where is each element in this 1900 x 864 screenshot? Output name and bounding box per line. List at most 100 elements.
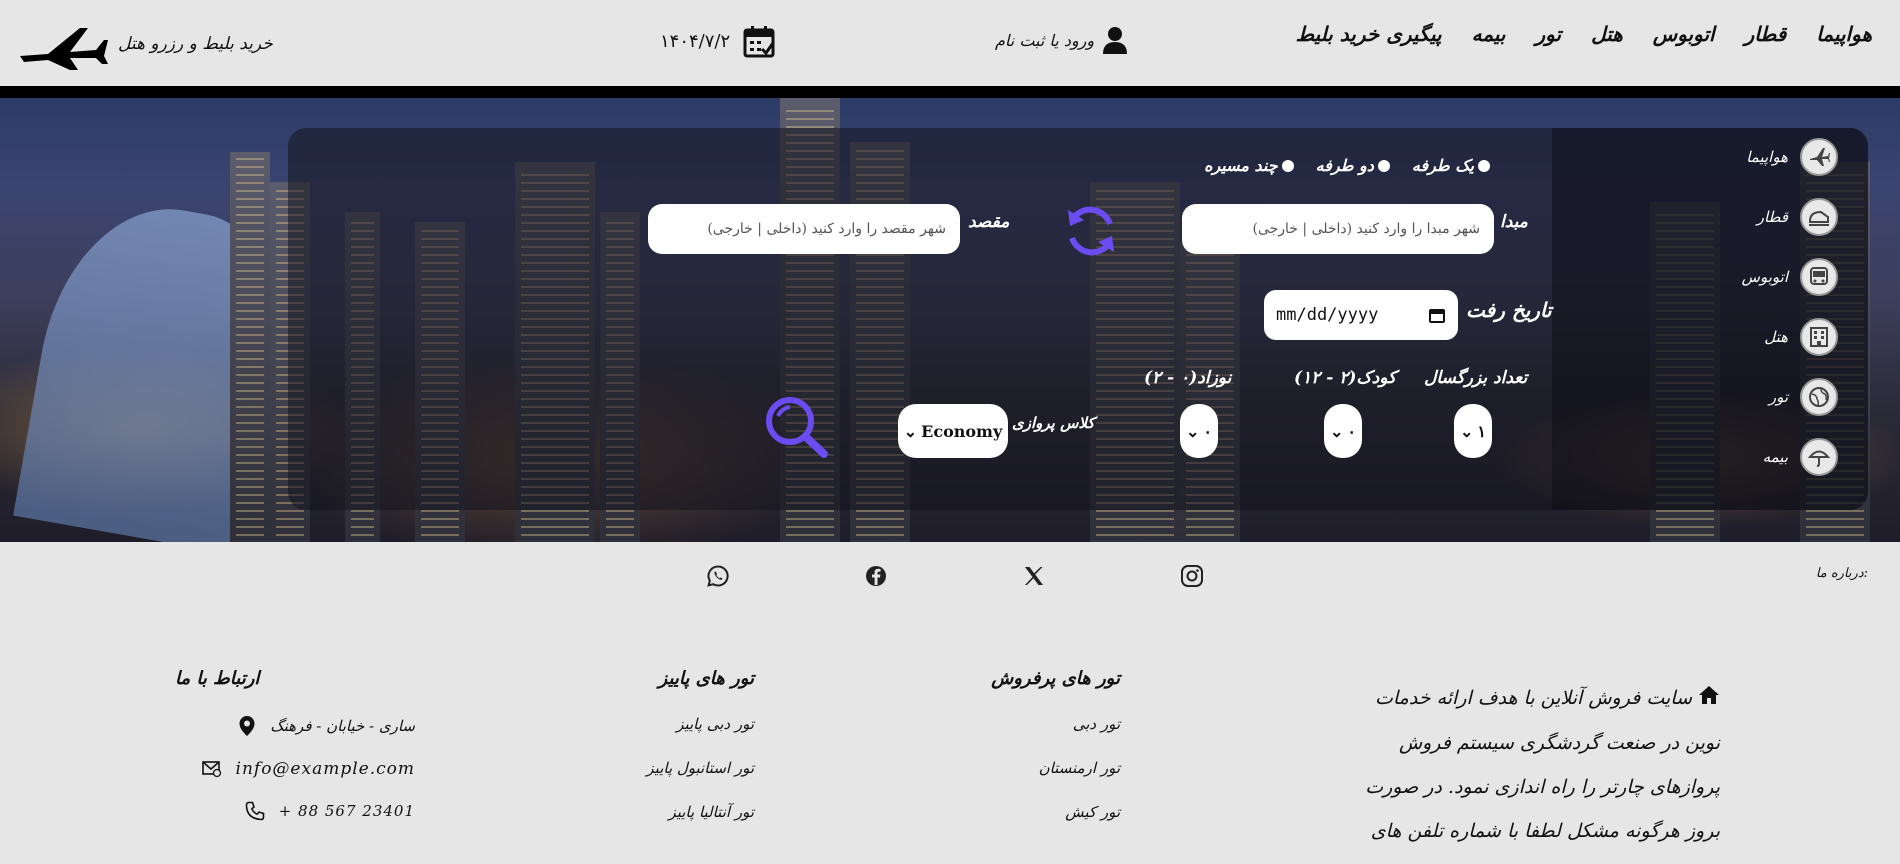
- nav-bus[interactable]: اتوبوس: [1653, 22, 1715, 46]
- chevron-down-icon: ⌄: [903, 421, 918, 441]
- trip-one-way[interactable]: یک طرفه: [1412, 156, 1490, 175]
- header: خرید بلیط و رزرو هتل ۱۴۰۴/۷/۲ ورود یا ثب…: [0, 0, 1900, 86]
- adults-label: تعداد بزرگسال: [1424, 368, 1528, 388]
- nav-track-ticket[interactable]: پیگیری خرید بلیط: [1296, 22, 1442, 46]
- login-link[interactable]: ورود یا ثبت نام: [995, 26, 1128, 54]
- autumn-tours-title: تور های پاییز: [658, 668, 754, 689]
- autumn-tour-link[interactable]: تور آنتالیا پاییز: [554, 803, 754, 821]
- service-label: قطار: [1756, 208, 1788, 226]
- hotel-icon: [1800, 318, 1838, 356]
- contact-address-row: ساری - خیابان - فرهنگ: [175, 715, 415, 737]
- service-tour[interactable]: تور: [1769, 378, 1838, 416]
- service-label: بیمه: [1762, 448, 1788, 466]
- select-value: Economy: [921, 421, 1003, 441]
- service-sidebar: هواپیما قطار اتوبوس هتل تور بیمه: [1552, 128, 1868, 510]
- trip-multi[interactable]: چند مسیره: [1204, 156, 1294, 175]
- select-value: ۰: [1347, 421, 1356, 441]
- calendar-picker-icon: [1429, 309, 1445, 323]
- autumn-tour-link[interactable]: تور استانبول پاییز: [554, 759, 754, 777]
- main-nav: هواپیما قطار اتوبوس هتل تور بیمه پیگیری …: [1296, 22, 1872, 46]
- train-icon: [1800, 198, 1838, 236]
- trip-label: یک طرفه: [1411, 156, 1474, 175]
- service-bus[interactable]: اتوبوس: [1742, 258, 1838, 296]
- map-pin-icon: [239, 716, 255, 736]
- trip-round[interactable]: دو طرفه: [1316, 156, 1390, 175]
- select-value: ۱: [1477, 421, 1486, 441]
- contact-address: ساری - خیابان - فرهنگ: [270, 717, 415, 735]
- class-label: کلاس پروازی: [1012, 414, 1095, 432]
- trip-label: دو طرفه: [1315, 156, 1374, 175]
- select-value: ۰: [1203, 421, 1212, 441]
- service-insurance[interactable]: بیمه: [1763, 438, 1838, 476]
- bus-icon: [1800, 258, 1838, 296]
- service-hotel[interactable]: هتل: [1764, 318, 1838, 356]
- background-building: [230, 152, 270, 542]
- airplane-logo-icon: [20, 28, 108, 70]
- class-select[interactable]: ⌄ Economy: [898, 404, 1008, 458]
- origin-input[interactable]: [1182, 204, 1494, 254]
- globe-icon: [1800, 378, 1838, 416]
- popular-tour-link[interactable]: تور دبی: [920, 715, 1120, 733]
- contact-phone-row: + 88 567 23401: [175, 801, 415, 821]
- about-description-text: سایت فروش آنلاین با هدف ارائه خدمات نوین…: [1365, 687, 1720, 842]
- radio-dot: [1281, 159, 1294, 172]
- brand-text: خرید بلیط و رزرو هتل: [118, 34, 273, 54]
- email-icon: [201, 761, 221, 778]
- airplane-icon: [1800, 138, 1838, 176]
- contact-title: ارتباط با ما: [175, 668, 260, 689]
- nav-train[interactable]: قطار: [1745, 22, 1787, 46]
- nav-hotel[interactable]: هتل: [1591, 22, 1623, 46]
- autumn-tour-link[interactable]: تور دبی پاییز: [554, 715, 754, 733]
- popular-tours-title: تور های پرفروش: [991, 668, 1120, 689]
- x-icon[interactable]: [1022, 564, 1046, 588]
- autumn-tours-column: تور های پاییز تور دبی پاییز تور استانبول…: [554, 668, 754, 847]
- home-icon: [1698, 677, 1720, 721]
- current-date: ۱۴۰۴/۷/۲: [660, 30, 731, 52]
- chevron-down-icon: ⌄: [1330, 421, 1344, 441]
- service-airplane[interactable]: هواپیما: [1746, 138, 1838, 176]
- children-select[interactable]: ⌄ ۰: [1324, 404, 1362, 458]
- contact-email[interactable]: info@example.com: [236, 759, 415, 779]
- origin-label: مبدا: [1500, 212, 1528, 232]
- hero-search-section: هواپیما قطار اتوبوس هتل تور بیمه یک طرفه…: [0, 98, 1900, 542]
- popular-tour-link[interactable]: تور ارمنستان: [920, 759, 1120, 777]
- nav-airplane[interactable]: هواپیما: [1816, 22, 1872, 46]
- infants-label: نوزاد(۰ - ۲): [1144, 368, 1232, 388]
- calendar-icon: [743, 26, 775, 58]
- instagram-icon[interactable]: [1180, 564, 1204, 588]
- umbrella-icon: [1800, 438, 1838, 476]
- about-description: سایت فروش آنلاین با هدف ارائه خدمات نوین…: [1340, 676, 1720, 864]
- chevron-down-icon: ⌄: [1186, 421, 1200, 441]
- service-label: تور: [1768, 388, 1788, 406]
- service-label: هتل: [1764, 328, 1788, 346]
- brand[interactable]: خرید بلیط و رزرو هتل: [18, 18, 273, 70]
- date-placeholder: mm/dd/yyyy: [1276, 305, 1379, 325]
- contact-phone[interactable]: + 88 567 23401: [279, 802, 415, 820]
- infants-select[interactable]: ⌄ ۰: [1180, 404, 1218, 458]
- service-label: اتوبوس: [1741, 268, 1788, 286]
- chevron-down-icon: ⌄: [1460, 421, 1474, 441]
- search-panel: هواپیما قطار اتوبوس هتل تور بیمه یک طرفه…: [288, 128, 1868, 510]
- trip-type-group: یک طرفه دو طرفه چند مسیره: [1204, 156, 1490, 175]
- user-icon: [1103, 27, 1128, 54]
- popular-tour-link[interactable]: تور کیش: [920, 803, 1120, 821]
- radio-dot: [1377, 159, 1390, 172]
- about-us-label: درباره ما:: [1815, 566, 1868, 581]
- whatsapp-icon[interactable]: [706, 564, 730, 588]
- destination-label: مقصد: [968, 212, 1010, 232]
- contact-column: ارتباط با ما ساری - خیابان - فرهنگ info@…: [175, 668, 415, 843]
- depart-date-label: تاریخ رفت: [1466, 298, 1552, 322]
- nav-tour[interactable]: تور: [1536, 22, 1562, 46]
- destination-input[interactable]: [648, 204, 960, 254]
- facebook-icon[interactable]: [864, 564, 888, 588]
- date-display: ۱۴۰۴/۷/۲: [660, 24, 776, 58]
- depart-date-input[interactable]: mm/dd/yyyy: [1264, 290, 1458, 340]
- search-icon[interactable]: [762, 394, 830, 460]
- popular-tours-column: تور های پرفروش تور دبی تور ارمنستان تور …: [920, 668, 1120, 847]
- service-train[interactable]: قطار: [1757, 198, 1838, 236]
- contact-email-row: info@example.com: [175, 759, 415, 779]
- adults-select[interactable]: ⌄ ۱: [1454, 404, 1492, 458]
- radio-dot: [1478, 159, 1490, 172]
- swap-icon[interactable]: [1058, 198, 1124, 264]
- nav-insurance[interactable]: بیمه: [1472, 22, 1506, 46]
